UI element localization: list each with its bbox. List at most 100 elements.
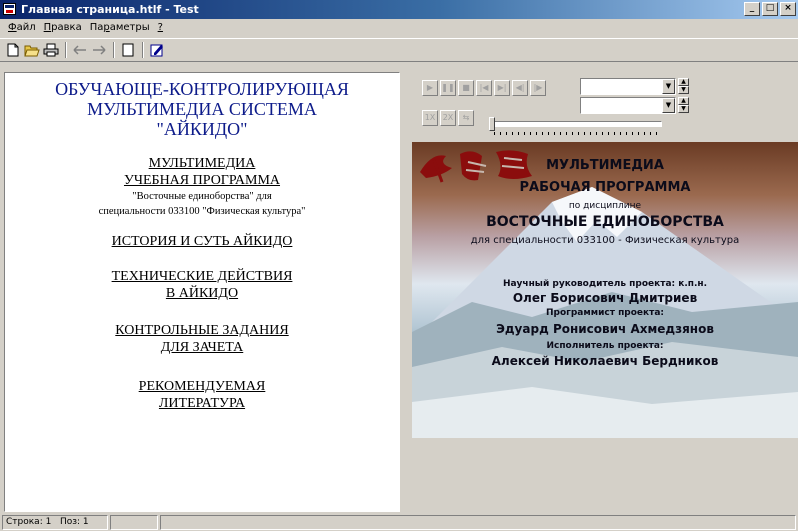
menu-parameters[interactable]: Параметры (86, 19, 154, 38)
menu-parameters-label: аметры (109, 22, 150, 33)
document-title: ОБУЧАЮЩЕ-КОНТРОЛИРУЮЩАЯ МУЛЬТИМЕДИА СИСТ… (5, 79, 399, 139)
spin-down-icon[interactable]: ▼ (678, 86, 689, 94)
playback-controls: ▶ ❚❚ ■ |◀ ▶| ◀| |▶ (422, 80, 548, 96)
toolbar-separator (113, 42, 115, 58)
menu-help-hotkey: ? (157, 22, 163, 33)
chevron-down-icon[interactable]: ▼ (662, 98, 675, 113)
link-line: УЧЕБНАЯ ПРОГРАММА (123, 173, 281, 188)
link-line: В АЙКИДО (165, 286, 239, 301)
last-frame-icon[interactable]: ▶| (494, 80, 510, 96)
slider-track[interactable] (490, 121, 662, 127)
document-title-line: "АЙКИДО" (156, 119, 248, 139)
aikido-calligraphy-icon (420, 150, 532, 183)
spin-up-icon[interactable]: ▲ (678, 97, 689, 105)
play-icon[interactable]: ▶ (422, 80, 438, 96)
back-icon[interactable] (71, 41, 89, 59)
edit-icon[interactable] (148, 41, 166, 59)
section-techniques: ТЕХНИЧЕСКИЕ ДЕЙСТВИЯ В АЙКИДО (5, 268, 399, 302)
document-title-line: ОБУЧАЮЩЕ-КОНТРОЛИРУЮЩАЯ (55, 79, 349, 99)
status-line-label: Строка: (6, 517, 43, 527)
link-control-tasks[interactable]: КОНТРОЛЬНЫЕ ЗАДАНИЯ ДЛЯ ЗАЧЕТА (5, 322, 399, 356)
app-icon[interactable] (3, 3, 16, 15)
spinner-1[interactable]: ▲ ▼ (678, 78, 689, 95)
status-line-value: 1 (45, 517, 52, 527)
step-forward-icon[interactable]: |▶ (530, 80, 546, 96)
step-back-icon[interactable]: ◀| (512, 80, 528, 96)
video-credit-name: Эдуард Ронисович Ахмедзянов (496, 322, 714, 336)
document-pane: ОБУЧАЮЩЕ-КОНТРОЛИРУЮЩАЯ МУЛЬТИМЕДИА СИСТ… (4, 72, 400, 512)
status-bar: Строка: 1 Поз: 1 (0, 514, 798, 531)
menu-edit-label: равка (51, 22, 82, 33)
link-line: РЕКОМЕНДУЕМАЯ (138, 379, 266, 394)
toolbar-separator (142, 42, 144, 58)
video-caption: по дисциплине (568, 201, 642, 211)
speed-controls: 1X 2X ⇆ (422, 110, 476, 126)
minimize-button[interactable]: _ (744, 2, 760, 16)
window-controls: _ □ × (744, 2, 796, 16)
print-icon[interactable] (42, 41, 60, 59)
first-frame-icon[interactable]: |◀ (476, 80, 492, 96)
maximize-button[interactable]: □ (762, 2, 778, 16)
video-heading: ВОСТОЧНЫЕ ЕДИНОБОРСТВА (486, 214, 724, 230)
section-literature: РЕКОМЕНДУЕМАЯ ЛИТЕРАТУРА (5, 378, 399, 412)
window-title: Главная страница.htlf - Test (21, 3, 199, 16)
video-credit-name: Алексей Николаевич Бердников (491, 354, 719, 368)
loop-button[interactable]: ⇆ (458, 110, 474, 126)
document-title-line: МУЛЬТИМЕДИА СИСТЕМА (87, 99, 317, 119)
status-pos-value: 1 (82, 517, 89, 527)
menu-help[interactable]: ? (154, 19, 167, 38)
close-button[interactable]: × (780, 2, 796, 16)
section-tests: КОНТРОЛЬНЫЕ ЗАДАНИЯ ДЛЯ ЗАЧЕТА (5, 322, 399, 356)
video-frame: МУЛЬТИМЕДИА РАБОЧАЯ ПРОГРАММА по дисципл… (412, 142, 798, 438)
link-line: ЛИТЕРАТУРА (158, 396, 246, 411)
link-technical-actions[interactable]: ТЕХНИЧЕСКИЕ ДЕЙСТВИЯ В АЙКИДО (5, 268, 399, 302)
section-history: ИСТОРИЯ И СУТЬ АЙКИДО (5, 233, 399, 250)
link-recommended-literature[interactable]: РЕКОМЕНДУЕМАЯ ЛИТЕРАТУРА (5, 378, 399, 412)
video-credit-label: Научный руководитель проекта: к.п.н. (502, 279, 708, 289)
new-icon[interactable] (4, 41, 22, 59)
spinner-2[interactable]: ▲ ▼ (678, 97, 689, 114)
link-line: КОНТРОЛЬНЫЕ ЗАДАНИЯ (115, 323, 289, 338)
menu-parameters-pre: Па (89, 22, 104, 33)
forward-icon[interactable] (90, 41, 108, 59)
speed-2x-button[interactable]: 2X (440, 110, 456, 126)
slider-ticks (494, 132, 660, 135)
status-panel (110, 515, 158, 530)
video-credit-label: Исполнитель проекта: (546, 341, 664, 351)
media-select-1[interactable]: ▼ (580, 78, 676, 95)
section-curriculum: МУЛЬТИМЕДИА УЧЕБНАЯ ПРОГРАММА "Восточные… (5, 155, 399, 219)
toolbar (0, 38, 798, 62)
media-position-slider[interactable] (489, 117, 662, 138)
media-pane: ▶ ❚❚ ■ |◀ ▶| ◀| |▶ ▼ ▲ ▼ ▼ ▲ ▼ 1X 2X ⇆ М… (404, 72, 798, 512)
spin-down-icon[interactable]: ▼ (678, 105, 689, 113)
video-caption: для специальности 033100 - Физическая ку… (470, 235, 740, 246)
video-credit-label: Программист проекта: (545, 308, 665, 318)
status-position: Строка: 1 Поз: 1 (2, 515, 108, 530)
menu-file[interactable]: Файл (4, 19, 40, 38)
status-panel (160, 515, 796, 530)
media-select-2[interactable]: ▼ (580, 97, 676, 114)
spin-up-icon[interactable]: ▲ (678, 78, 689, 86)
menu-edit[interactable]: Правка (40, 19, 86, 38)
link-multimedia-curriculum[interactable]: МУЛЬТИМЕДИА УЧЕБНАЯ ПРОГРАММА (5, 155, 399, 189)
pause-icon[interactable]: ❚❚ (440, 80, 456, 96)
link-line: ДЛЯ ЗАЧЕТА (160, 340, 244, 355)
page-icon[interactable] (119, 41, 137, 59)
link-line: МУЛЬТИМЕДИА (148, 156, 256, 171)
status-pos-label: Поз: (59, 517, 81, 527)
menu-file-label: айл (16, 22, 36, 33)
stop-icon[interactable]: ■ (458, 80, 474, 96)
menu-bar: Файл Правка Параметры ? (0, 19, 798, 38)
link-history-aikido[interactable]: ИСТОРИЯ И СУТЬ АЙКИДО (5, 233, 399, 250)
curriculum-note: специальности 033100 "Физическая культур… (98, 206, 306, 217)
toolbar-separator (65, 42, 67, 58)
slider-thumb[interactable] (489, 117, 495, 131)
link-line: ТЕХНИЧЕСКИЕ ДЕЙСТВИЯ (111, 269, 293, 284)
video-credit-name: Олег Борисович Дмитриев (512, 291, 698, 305)
title-bar: Главная страница.htlf - Test _ □ × (0, 0, 798, 19)
curriculum-note: "Восточные единоборства" для (132, 191, 272, 202)
chevron-down-icon[interactable]: ▼ (662, 79, 675, 94)
open-icon[interactable] (23, 41, 41, 59)
menu-file-hotkey: Ф (8, 22, 17, 33)
speed-1x-button[interactable]: 1X (422, 110, 438, 126)
